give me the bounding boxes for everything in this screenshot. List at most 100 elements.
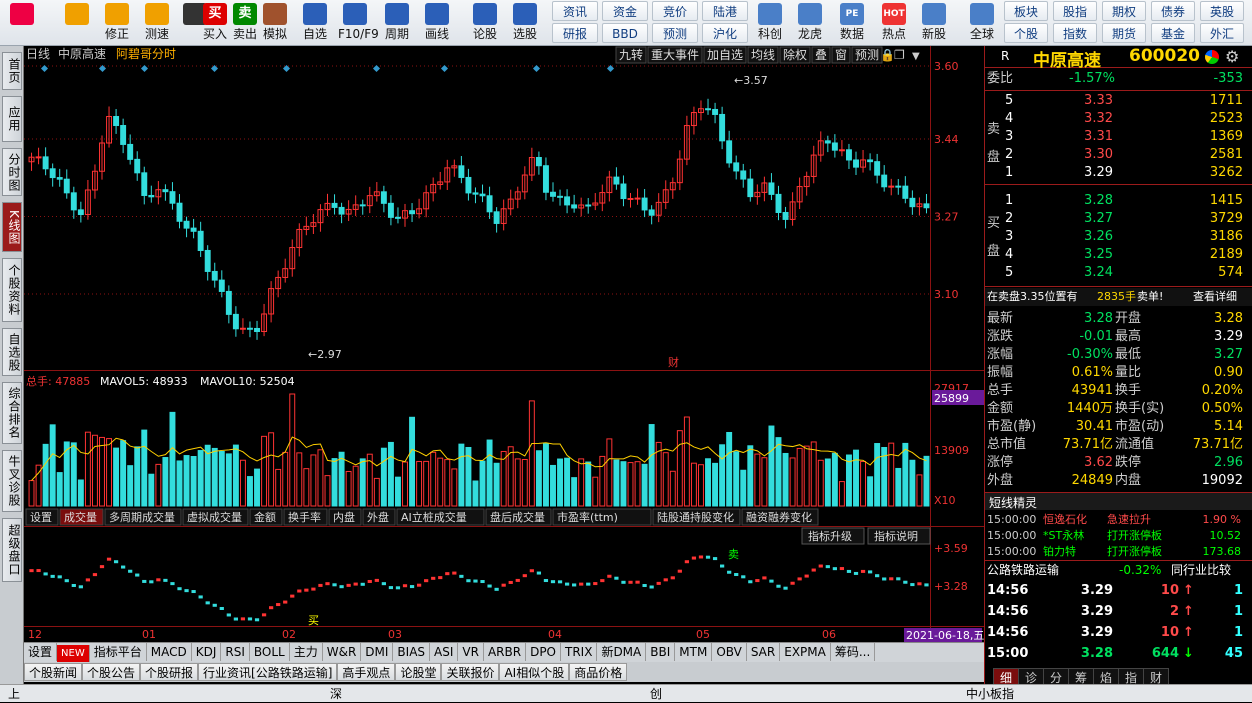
toolbar-market-b-0[interactable]: 个股 — [1004, 23, 1048, 43]
toolbar-market-3[interactable]: 债券 — [1151, 1, 1195, 21]
toolbar-btn-5[interactable]: 买买入 — [198, 2, 232, 44]
toolbar-market-b-4[interactable]: 外汇 — [1200, 23, 1244, 43]
toolbar-btn-2[interactable]: 修正 — [100, 2, 134, 44]
toolbar-small-b-0[interactable]: 研报 — [552, 23, 598, 43]
info-tab-4[interactable]: 高手观点 — [337, 663, 396, 681]
chart-header-0[interactable]: 日线 — [26, 47, 50, 61]
kline-chart-area[interactable]: 3.60 3.44 3.27 3.10 日线 中原高速 阿碧哥分时 九转 重大事件 加自选 均线 除权… — [24, 46, 984, 661]
indicator-tab-12[interactable]: VR — [458, 643, 484, 661]
event-diamond[interactable] — [40, 64, 49, 73]
toolbar-small-3[interactable]: 陆港 — [702, 1, 748, 21]
short-line-row[interactable]: 15:00:00 *ST永林 打开涨停板 10.52 — [985, 528, 1252, 544]
indicator-tab-9[interactable]: DMI — [361, 643, 394, 661]
info-tab-7[interactable]: AI相似个股 — [499, 663, 570, 681]
industry-name[interactable]: 公路铁路运输 — [987, 561, 1059, 579]
indicator-tab-14[interactable]: DPO — [526, 643, 561, 661]
indicator-tab-3[interactable]: MACD — [147, 643, 192, 661]
sidetab-4[interactable]: 个股资料 — [2, 258, 22, 322]
sidetab-5[interactable]: 自选股 — [2, 328, 22, 376]
toolbar-market-0[interactable]: 板块 — [1004, 1, 1048, 21]
indicator-tab-7[interactable]: 主力 — [290, 643, 323, 661]
sidetab-1[interactable]: 应用 — [2, 96, 22, 142]
toolbar-small-0[interactable]: 资讯 — [552, 1, 598, 21]
toolbar-small-b-2[interactable]: 预测 — [652, 23, 698, 43]
indicator-tab-10[interactable]: BIAS — [393, 643, 431, 661]
toolbar-small-b-1[interactable]: BBD — [602, 23, 648, 43]
buy-price[interactable]: 3.27 — [1045, 210, 1113, 228]
toolbar-btn-1[interactable] — [60, 2, 94, 44]
toolbar-market-b-3[interactable]: 基金 — [1151, 23, 1195, 43]
indicator-tab-2[interactable]: 指标平台 — [90, 643, 147, 661]
indicator-tab-19[interactable]: OBV — [712, 643, 747, 661]
toolbar-btn-9[interactable]: F10/F9 — [338, 2, 379, 44]
toolbar-btn2-2[interactable]: PE 数据 — [832, 2, 872, 44]
buy-price[interactable]: 3.26 — [1045, 228, 1113, 246]
indicator-tab-17[interactable]: BBI — [646, 643, 676, 661]
short-line-row[interactable]: 15:00:00 铂力特 打开涨停板 173.68 — [985, 544, 1252, 560]
short-line-row[interactable]: 15:00:00 恒逸石化 急速拉升 1.90 % — [985, 512, 1252, 528]
indicator-tab-22[interactable]: 筹码... — [831, 643, 876, 661]
toolbar-btn2-0[interactable]: 科创 — [750, 2, 790, 44]
indicator-tab-4[interactable]: KDJ — [192, 643, 222, 661]
toolbar-market-1[interactable]: 股指 — [1053, 1, 1097, 21]
sidetab-8[interactable]: 超级盘口 — [2, 518, 22, 582]
event-diamond[interactable] — [140, 64, 149, 73]
indicator-tab-11[interactable]: ASI — [430, 643, 459, 661]
toolbar-btn-0[interactable] — [4, 2, 40, 44]
toolbar-btn2-5[interactable]: 全球 — [962, 2, 1002, 44]
settings-gear-icon[interactable]: ⚙ — [1225, 47, 1239, 66]
indicator-tab-0[interactable]: 设置 — [24, 643, 58, 661]
event-diamond[interactable] — [440, 64, 449, 73]
finance-marker[interactable]: 财 — [668, 355, 679, 369]
sidetab-3[interactable]: K线图 — [2, 202, 22, 252]
toolbar-small-1[interactable]: 资金 — [602, 1, 648, 21]
event-diamond[interactable] — [372, 64, 381, 73]
toolbar-btn-11[interactable]: 画线 — [420, 2, 454, 44]
indicator-tab-15[interactable]: TRIX — [561, 643, 598, 661]
kline-chart-svg[interactable]: 3.60 3.44 3.27 3.10 日线 中原高速 阿碧哥分时 九转 重大事件 加自选 均线 除权… — [24, 46, 984, 642]
toolbar-market-4[interactable]: 英股 — [1200, 1, 1244, 21]
sidetab-7[interactable]: 牛叉诊股 — [2, 450, 22, 512]
buy-price[interactable]: 3.24 — [1045, 264, 1113, 282]
industry-compare-btn[interactable]: 同行业比较 — [1171, 561, 1231, 579]
dropdown-icon[interactable]: ▼ — [912, 51, 920, 62]
toolbar-btn-7[interactable]: 模拟 — [258, 2, 292, 44]
lock-icon[interactable]: 🔒 — [880, 48, 895, 62]
toolbar-small-b-3[interactable]: 沪化 — [702, 23, 748, 43]
info-tab-6[interactable]: 关联报价 — [441, 663, 500, 681]
info-tab-2[interactable]: 个股研报 — [140, 663, 199, 681]
info-tab-1[interactable]: 个股公告 — [82, 663, 141, 681]
sell-price[interactable]: 3.29 — [1045, 164, 1113, 182]
toolbar-btn-10[interactable]: 周期 — [380, 2, 414, 44]
info-tab-3[interactable]: 行业资讯[公路铁路运输] — [198, 663, 338, 681]
toolbar-btn-12[interactable]: 论股 — [468, 2, 502, 44]
sell-price[interactable]: 3.33 — [1045, 92, 1113, 110]
sidetab-0[interactable]: 首页 — [2, 52, 22, 90]
buy-price[interactable]: 3.25 — [1045, 246, 1113, 264]
sell-price[interactable]: 3.32 — [1045, 110, 1113, 128]
indicator-tab-1[interactable]: NEW — [57, 645, 90, 663]
toolbar-small-2[interactable]: 竞价 — [652, 1, 698, 21]
toolbar-btn2-4[interactable]: 新股 — [914, 2, 954, 44]
pie-icon[interactable] — [1205, 50, 1219, 64]
toolbar-btn-3[interactable]: 测速 — [140, 2, 174, 44]
indicator-tab-20[interactable]: SAR — [747, 643, 781, 661]
indicator-tab-18[interactable]: MTM — [675, 643, 713, 661]
sell-price[interactable]: 3.30 — [1045, 146, 1113, 164]
toolbar-btn2-3[interactable]: HOT 热点 — [874, 2, 914, 44]
restore-icon[interactable]: ❐ — [894, 48, 905, 62]
toolbar-btn-13[interactable]: 选股 — [508, 2, 542, 44]
indicator-tab-13[interactable]: ARBR — [484, 643, 527, 661]
indicator-tab-21[interactable]: EXPMA — [780, 643, 831, 661]
sidetab-2[interactable]: 分时图 — [2, 148, 22, 196]
toolbar-btn-6[interactable]: 卖卖出 — [228, 2, 262, 44]
info-tab-8[interactable]: 商品价格 — [569, 663, 628, 681]
notice-link[interactable]: 查看详细 — [1193, 288, 1237, 306]
toolbar-btn-8[interactable]: 自选 — [298, 2, 332, 44]
info-tab-5[interactable]: 论股堂 — [395, 663, 442, 681]
toolbar-btn2-1[interactable]: 龙虎 — [790, 2, 830, 44]
indicator-tab-5[interactable]: RSI — [221, 643, 250, 661]
toolbar-market-b-1[interactable]: 指数 — [1053, 23, 1097, 43]
info-tab-0[interactable]: 个股新闻 — [24, 663, 83, 681]
indicator-tab-16[interactable]: 新DMA — [597, 643, 647, 661]
